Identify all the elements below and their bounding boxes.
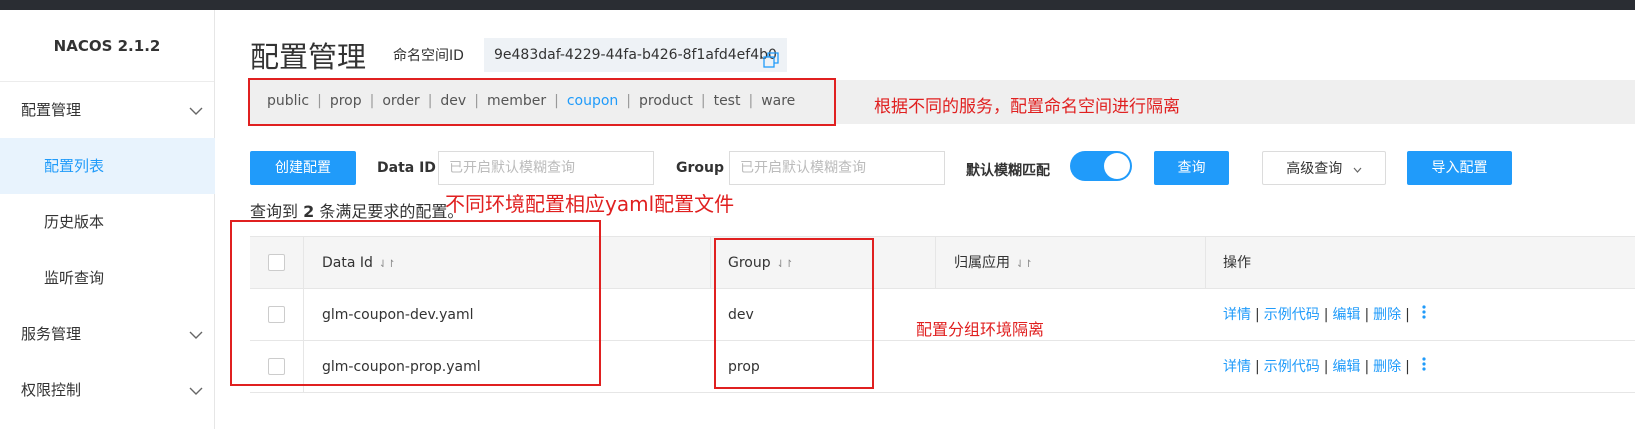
import-config-button[interactable]: 导入配置	[1407, 151, 1512, 185]
divider	[710, 237, 711, 289]
group-label: Group	[676, 160, 725, 176]
more-icon[interactable]	[1422, 341, 1426, 393]
column-label: 归属应用	[954, 255, 1010, 271]
env-annotation: 不同环境配置相应yaml配置文件	[445, 192, 735, 216]
sidebar-item-label: 历史版本	[44, 213, 105, 231]
sidebar-item-history[interactable]: 历史版本	[0, 194, 215, 250]
toggle-knob	[1104, 153, 1130, 179]
group-input[interactable]: 已开启默认模糊查询	[729, 151, 945, 185]
result-suffix: 条满足要求的配置。	[319, 202, 464, 221]
cell-actions: 详情 | 示例代码 | 编辑 | 删除 |	[1223, 289, 1426, 341]
chevron-down-icon	[1353, 161, 1362, 177]
sidebar-item-listener-query[interactable]: 监听查询	[0, 250, 215, 306]
chevron-down-icon	[189, 362, 203, 418]
more-icon[interactable]	[1422, 289, 1426, 341]
column-header-app[interactable]: 归属应用 ⇃↾	[954, 237, 1033, 289]
sidebar-item-access-control[interactable]: 权限控制	[0, 362, 215, 418]
namespace-id-box: 9e483daf-4229-44fa-b426-8f1afd4ef4b0	[484, 38, 787, 72]
namespace-annotation: 根据不同的服务，配置命名空间进行隔离	[874, 97, 1180, 117]
sidebar-item-label: 配置列表	[44, 157, 105, 175]
chevron-down-icon	[189, 306, 203, 362]
edit-link[interactable]: 编辑	[1332, 307, 1360, 323]
cell-actions: 详情 | 示例代码 | 编辑 | 删除 |	[1223, 341, 1426, 393]
copy-icon[interactable]	[763, 47, 779, 68]
chevron-down-icon	[189, 82, 203, 138]
sidebar-item-label: 服务管理	[21, 325, 82, 343]
namespace-id-value: 9e483daf-4229-44fa-b426-8f1afd4ef4b0	[494, 47, 777, 63]
advanced-query-label: 高级查询	[1286, 161, 1343, 177]
result-prefix: 查询到	[250, 202, 299, 221]
sidebar-item-service-management[interactable]: 服务管理	[0, 306, 215, 362]
divider: |	[1405, 307, 1410, 323]
divider: |	[1364, 359, 1370, 375]
result-count: 2	[303, 202, 315, 221]
divider: |	[1323, 359, 1329, 375]
fuzzy-match-toggle[interactable]	[1070, 151, 1132, 181]
group-annotation: 配置分组环境隔离	[916, 320, 1045, 339]
divider	[935, 237, 936, 289]
sort-icon[interactable]: ⇃↾	[1016, 259, 1033, 270]
divider: |	[1364, 307, 1370, 323]
namespace-highlight-box	[248, 78, 836, 126]
column-header-actions: 操作	[1223, 255, 1251, 271]
delete-link[interactable]: 删除	[1373, 307, 1401, 323]
page-title: 配置管理	[250, 40, 367, 74]
detail-link[interactable]: 详情	[1223, 359, 1251, 375]
divider: |	[1255, 359, 1260, 375]
result-summary: 查询到 2 条满足要求的配置。	[250, 198, 463, 222]
data-id-input[interactable]: 已开启默认模糊查询	[438, 151, 654, 185]
divider: |	[1255, 307, 1260, 323]
sidebar-item-label: 监听查询	[44, 269, 105, 287]
delete-link[interactable]: 删除	[1373, 359, 1401, 375]
edit-link[interactable]: 编辑	[1332, 359, 1360, 375]
sample-code-link[interactable]: 示例代码	[1264, 307, 1320, 323]
divider: |	[1323, 307, 1329, 323]
query-button[interactable]: 查询	[1154, 151, 1229, 185]
advanced-query-button[interactable]: 高级查询	[1262, 151, 1386, 185]
sample-code-link[interactable]: 示例代码	[1264, 359, 1320, 375]
sidebar: NACOS 2.1.2 配置管理 配置列表 历史版本 监听查询 服务管理 权限控…	[0, 10, 215, 429]
sidebar-item-label: 权限控制	[21, 381, 82, 399]
group-highlight-box	[714, 238, 874, 389]
sidebar-item-config-management[interactable]: 配置管理	[0, 82, 215, 138]
top-bar	[0, 0, 1635, 10]
data-id-highlight-box	[230, 220, 601, 386]
sidebar-item-config-list[interactable]: 配置列表	[0, 138, 215, 194]
namespace-label: 命名空间ID	[393, 48, 464, 64]
fuzzy-match-label: 默认模糊匹配	[966, 163, 1050, 179]
detail-link[interactable]: 详情	[1223, 307, 1251, 323]
sidebar-item-label: 配置管理	[21, 101, 82, 119]
data-id-label: Data ID	[377, 160, 436, 176]
brand-logo: NACOS 2.1.2	[0, 10, 214, 82]
create-config-button[interactable]: 创建配置	[250, 151, 356, 185]
divider	[1205, 237, 1206, 289]
divider: |	[1405, 359, 1410, 375]
